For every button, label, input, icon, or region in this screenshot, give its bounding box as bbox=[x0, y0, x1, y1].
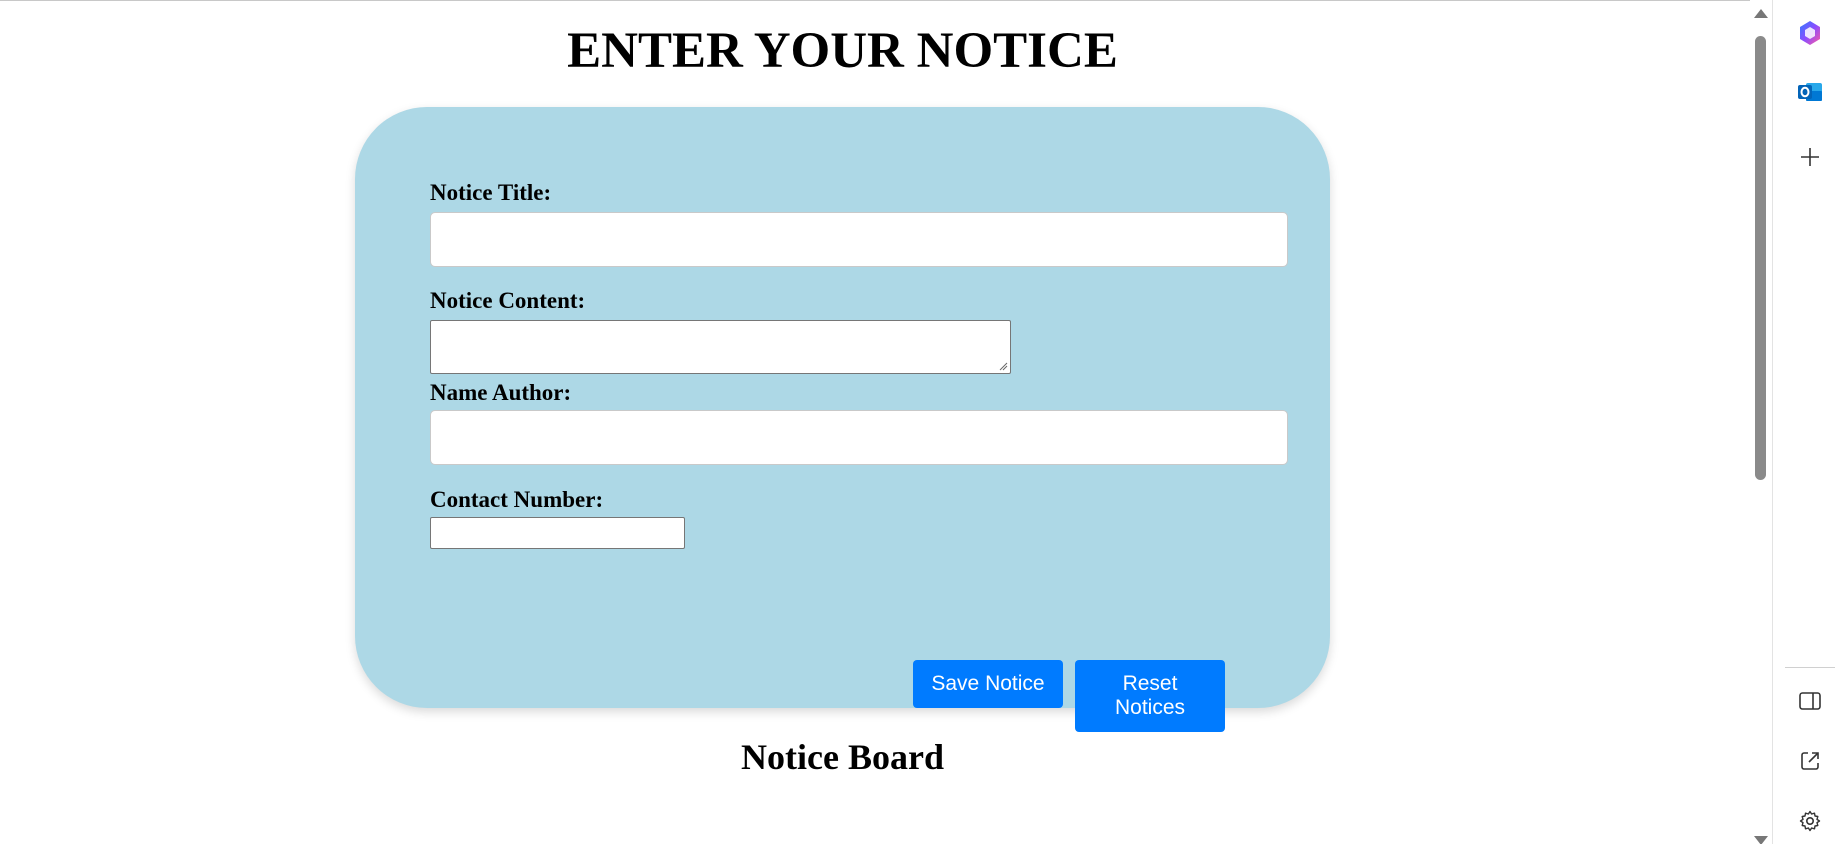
contact-number-input[interactable] bbox=[430, 517, 685, 549]
copilot-icon[interactable] bbox=[1791, 14, 1829, 52]
contact-number-label: Contact Number: bbox=[430, 487, 604, 512]
scroll-down-arrow-icon[interactable] bbox=[1754, 836, 1768, 844]
outlook-icon[interactable] bbox=[1791, 73, 1829, 111]
sidebar-toggle-icon[interactable] bbox=[1791, 682, 1829, 720]
reset-notices-label-line1: Reset bbox=[1122, 672, 1178, 695]
scroll-thumb[interactable] bbox=[1755, 36, 1766, 480]
settings-icon[interactable] bbox=[1791, 802, 1829, 840]
notice-content-textarea[interactable] bbox=[430, 320, 1011, 374]
scroll-up-arrow-icon[interactable] bbox=[1754, 9, 1768, 18]
browser-viewport: ENTER YOUR NOTICE Notice Title: Notice C… bbox=[0, 0, 1754, 844]
browser-sidebar bbox=[1772, 0, 1846, 844]
name-author-label: Name Author: bbox=[430, 380, 572, 405]
reset-notices-button[interactable]: Reset Notices bbox=[1075, 660, 1225, 732]
notice-form-card: Notice Title: Notice Content: Name Autho… bbox=[355, 107, 1330, 732]
notice-board-title: Notice Board bbox=[741, 737, 944, 777]
add-icon[interactable] bbox=[1791, 138, 1829, 176]
resize-grip-icon[interactable] bbox=[998, 361, 1008, 371]
notice-title-label: Notice Title: bbox=[430, 180, 552, 205]
open-external-icon[interactable] bbox=[1791, 742, 1829, 780]
page-title: ENTER YOUR NOTICE bbox=[567, 23, 1118, 79]
name-author-input[interactable] bbox=[430, 410, 1288, 465]
notice-title-input[interactable] bbox=[430, 212, 1288, 267]
vertical-scrollbar[interactable] bbox=[1750, 0, 1771, 844]
notice-content-label: Notice Content: bbox=[430, 288, 586, 313]
reset-notices-label-line2: Notices bbox=[1114, 696, 1186, 719]
save-notice-button[interactable]: Save Notice bbox=[913, 660, 1063, 708]
sidebar-divider bbox=[1785, 667, 1835, 668]
